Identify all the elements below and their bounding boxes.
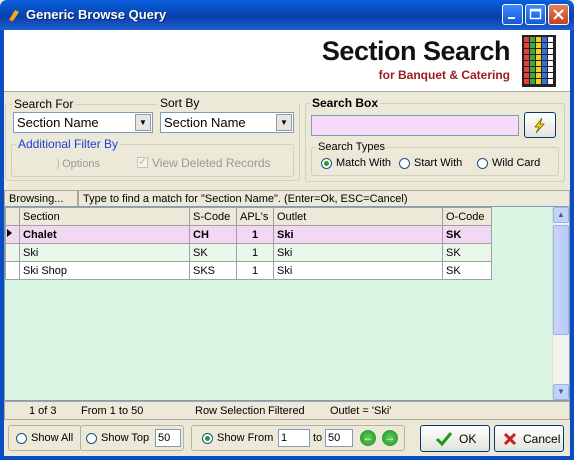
app-icon xyxy=(9,10,19,22)
vertical-scrollbar[interactable]: ▲ ▼ xyxy=(552,207,569,400)
wild-card-label: Wild Card xyxy=(492,157,541,169)
scroll-thumb[interactable] xyxy=(553,225,569,335)
maximize-button[interactable] xyxy=(525,4,546,25)
to-label: to xyxy=(313,432,323,444)
col-scode[interactable]: S-Code xyxy=(189,207,237,226)
show-top-radio[interactable] xyxy=(86,433,97,444)
results-table: Section S-Code APL's Outlet O-Code Chale… xyxy=(5,207,492,280)
to-input[interactable]: 50 xyxy=(325,429,353,447)
record-range: From 1 to 50 xyxy=(81,405,144,417)
previous-page-icon[interactable]: ← xyxy=(360,430,376,446)
filter-expression: Outlet = 'Ski' xyxy=(330,405,392,417)
table-row[interactable]: Ski Shop SKS 1 Ski SK xyxy=(5,261,492,280)
cell-outlet: Ski xyxy=(273,261,443,280)
wild-card-radio[interactable] xyxy=(477,158,488,169)
cancel-button[interactable]: Cancel xyxy=(494,425,564,452)
search-box-legend: Search Box xyxy=(312,96,379,110)
options-button[interactable]: Options xyxy=(50,158,100,171)
ok-button[interactable]: OK xyxy=(420,425,490,452)
table-header-row: Section S-Code APL's Outlet O-Code xyxy=(5,207,492,226)
grid-logo-icon xyxy=(522,35,556,87)
checkmark-icon xyxy=(435,432,453,447)
view-deleted-checkbox[interactable]: ✓ xyxy=(137,157,148,168)
cell-scode: CH xyxy=(189,225,237,244)
show-from-group[interactable]: Show From 1 to 50 ← → xyxy=(191,425,405,451)
from-input[interactable]: 1 xyxy=(278,429,310,447)
col-outlet[interactable]: Outlet xyxy=(273,207,443,226)
show-from-label: Show From xyxy=(217,432,274,444)
start-with-radio[interactable] xyxy=(399,158,410,169)
lightning-icon xyxy=(534,117,545,134)
status-message: Type to find a match for "Section Name".… xyxy=(78,190,570,207)
cell-apls: 1 xyxy=(236,243,274,262)
cell-section: Ski xyxy=(19,243,190,262)
additional-filter-legend: Additional Filter By xyxy=(18,137,119,151)
col-apls[interactable]: APL's xyxy=(236,207,274,226)
cell-scode: SKS xyxy=(189,261,237,280)
cell-ocode: SK xyxy=(442,261,492,280)
results-grid[interactable]: Section S-Code APL's Outlet O-Code Chale… xyxy=(4,206,570,401)
minimize-icon xyxy=(508,17,515,19)
filtered-flag: Filtered xyxy=(268,405,305,417)
table-row[interactable]: Ski SK 1 Ski SK xyxy=(5,243,492,262)
show-all-label: Show All xyxy=(31,432,74,444)
row-indicator-icon xyxy=(5,225,20,244)
cell-section: Ski Shop xyxy=(19,261,190,280)
cell-scode: SK xyxy=(189,243,237,262)
browse-status: Browsing... xyxy=(4,190,78,207)
show-top-label: Show Top xyxy=(101,432,150,444)
table-row[interactable]: Chalet CH 1 Ski SK xyxy=(5,225,492,244)
cell-apls: 1 xyxy=(236,261,274,280)
col-ocode[interactable]: O-Code xyxy=(442,207,492,226)
search-go-button[interactable] xyxy=(524,112,556,138)
next-page-icon[interactable]: → xyxy=(382,430,398,446)
match-with-label: Match With xyxy=(336,157,392,169)
cell-section: Chalet xyxy=(19,225,190,244)
show-top-input[interactable]: 50 xyxy=(155,429,181,447)
page-title: Section Search xyxy=(321,36,511,66)
maximize-icon xyxy=(529,8,542,20)
search-input[interactable] xyxy=(311,115,519,136)
show-all-group[interactable]: Show All xyxy=(8,425,81,451)
view-deleted-label: View Deleted Records xyxy=(152,156,271,170)
scroll-up-icon[interactable]: ▲ xyxy=(553,207,569,223)
record-position: 1 of 3 xyxy=(29,405,57,417)
header-banner: Section Search for Banquet & Catering xyxy=(4,30,570,92)
close-icon xyxy=(553,9,564,20)
minimize-button[interactable] xyxy=(502,4,523,25)
search-types-legend: Search Types xyxy=(318,141,386,153)
selection-mode: Row Selection xyxy=(195,405,266,417)
cell-outlet: Ski xyxy=(273,243,443,262)
cell-ocode: SK xyxy=(442,225,492,244)
cell-outlet: Ski xyxy=(273,225,443,244)
cell-ocode: SK xyxy=(442,243,492,262)
show-from-radio[interactable] xyxy=(202,433,213,444)
col-section[interactable]: Section xyxy=(19,207,190,226)
page-subtitle: for Banquet & Catering xyxy=(378,68,510,82)
show-all-radio[interactable] xyxy=(16,433,27,444)
title-bar[interactable]: Generic Browse Query xyxy=(0,0,574,30)
match-with-radio[interactable] xyxy=(321,158,332,169)
scroll-down-icon[interactable]: ▼ xyxy=(553,384,569,400)
close-button[interactable] xyxy=(548,4,569,25)
footer-info-bar: 1 of 3 From 1 to 50 Row Selection Filter… xyxy=(4,401,570,420)
start-with-label: Start With xyxy=(414,157,463,169)
cancel-x-icon xyxy=(503,432,517,446)
show-top-group[interactable]: Show Top 50 xyxy=(80,425,184,451)
window-title: Generic Browse Query xyxy=(26,7,167,22)
cell-apls: 1 xyxy=(236,225,274,244)
